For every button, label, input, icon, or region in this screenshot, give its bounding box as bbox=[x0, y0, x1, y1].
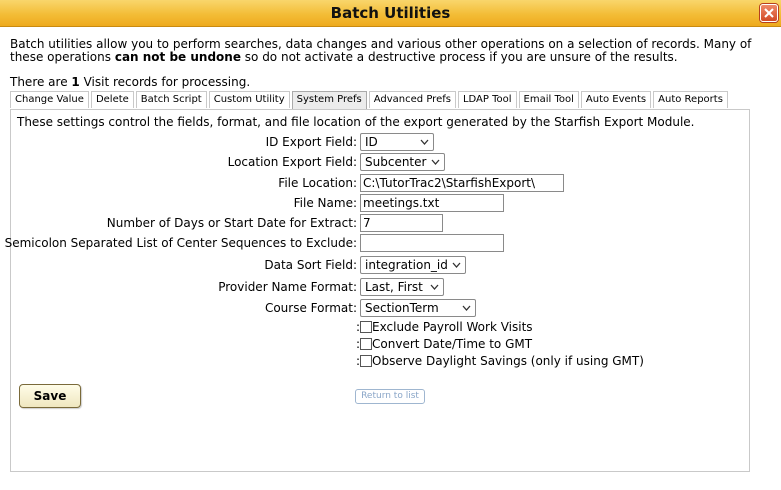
id-export-select[interactable]: ID bbox=[360, 133, 434, 151]
tab-change-value[interactable]: Change Value bbox=[10, 91, 89, 108]
tab-auto-events[interactable]: Auto Events bbox=[580, 91, 652, 108]
window-title: Batch Utilities bbox=[330, 4, 451, 22]
file-location-label: File Location: bbox=[278, 176, 357, 190]
exclude-payroll-label: Exclude Payroll Work Visits bbox=[372, 320, 533, 334]
tab-auto-reports[interactable]: Auto Reports bbox=[653, 91, 728, 108]
intro-text: Batch utilities allow you to perform sea… bbox=[10, 38, 770, 64]
provider-format-select[interactable]: Last, First bbox=[360, 278, 444, 296]
chevron-down-icon bbox=[462, 305, 471, 311]
count-prefix: There are bbox=[10, 75, 72, 89]
tab-advanced-prefs[interactable]: Advanced Prefs bbox=[368, 91, 456, 108]
provider-format-label: Provider Name Format: bbox=[218, 280, 357, 294]
return-to-list-button[interactable]: Return to list bbox=[355, 389, 425, 404]
file-name-label: File Name: bbox=[293, 196, 357, 210]
convert-gmt-row: : Convert Date/Time to GMT bbox=[356, 337, 532, 353]
tab-ldap-tool[interactable]: LDAP Tool bbox=[457, 91, 517, 108]
tab-bar: Change Value Delete Batch Script Custom … bbox=[10, 91, 728, 109]
sort-field-value: integration_id bbox=[365, 258, 448, 272]
daylight-savings-checkbox[interactable] bbox=[360, 355, 373, 367]
chevron-down-icon bbox=[452, 262, 461, 268]
tab-email-tool[interactable]: Email Tool bbox=[518, 91, 579, 108]
location-export-select[interactable]: Subcenter bbox=[360, 153, 445, 171]
save-button[interactable]: Save bbox=[19, 384, 81, 408]
tab-delete[interactable]: Delete bbox=[90, 91, 134, 108]
close-button[interactable] bbox=[760, 4, 778, 22]
provider-format-value: Last, First bbox=[365, 280, 423, 294]
location-export-value: Subcenter bbox=[365, 155, 427, 169]
daylight-savings-row: : Observe Daylight Savings (only if using… bbox=[356, 354, 644, 370]
exclude-payroll-checkbox[interactable] bbox=[360, 321, 373, 333]
exclude-centers-label: Semicolon Separated List of Center Seque… bbox=[4, 236, 357, 250]
chevron-down-icon bbox=[430, 284, 439, 290]
exclude-centers-input[interactable] bbox=[360, 234, 504, 252]
count-number: 1 bbox=[71, 75, 80, 89]
days-label: Number of Days or Start Date for Extract… bbox=[106, 216, 357, 230]
count-suffix: Visit records for processing. bbox=[79, 75, 251, 89]
course-format-value: SectionTerm bbox=[365, 301, 439, 315]
file-location-input[interactable]: C:\TutorTrac2\StarfishExport\ bbox=[360, 174, 564, 192]
tab-system-prefs[interactable]: System Prefs bbox=[291, 91, 367, 109]
convert-gmt-checkbox[interactable] bbox=[360, 338, 373, 350]
intro-part2: so do not activate a destructive process… bbox=[240, 50, 678, 64]
course-format-select[interactable]: SectionTerm bbox=[360, 299, 476, 317]
title-bar: Batch Utilities bbox=[0, 0, 781, 27]
course-format-label: Course Format: bbox=[264, 301, 357, 315]
system-prefs-panel: These settings control the fields, forma… bbox=[5, 109, 750, 472]
exclude-payroll-row: : Exclude Payroll Work Visits bbox=[356, 320, 533, 336]
id-export-value: ID bbox=[365, 135, 378, 149]
id-export-label: ID Export Field: bbox=[265, 135, 357, 149]
tab-batch-script[interactable]: Batch Script bbox=[135, 91, 207, 108]
intro-warning: can not be undone bbox=[114, 50, 241, 64]
days-input[interactable]: 7 bbox=[360, 214, 443, 232]
daylight-savings-label: Observe Daylight Savings (only if using … bbox=[372, 354, 644, 368]
tab-custom-utility[interactable]: Custom Utility bbox=[208, 91, 290, 108]
sort-field-label: Data Sort Field: bbox=[264, 258, 357, 272]
sort-field-select[interactable]: integration_id bbox=[360, 256, 466, 274]
file-name-input[interactable]: meetings.txt bbox=[360, 194, 504, 212]
chevron-down-icon bbox=[420, 139, 429, 145]
convert-gmt-label: Convert Date/Time to GMT bbox=[372, 337, 533, 351]
close-icon bbox=[764, 8, 774, 18]
panel-description: These settings control the fields, forma… bbox=[17, 115, 695, 129]
location-export-label: Location Export Field: bbox=[227, 155, 357, 169]
record-count: There are 1 Visit records for processing… bbox=[10, 75, 250, 89]
chevron-down-icon bbox=[431, 159, 440, 165]
